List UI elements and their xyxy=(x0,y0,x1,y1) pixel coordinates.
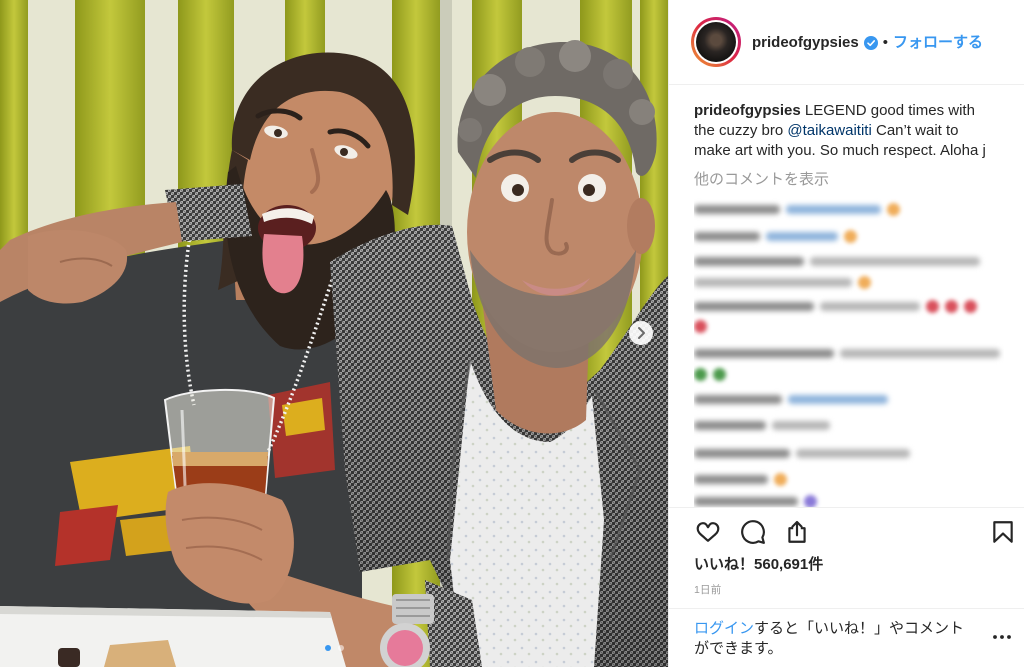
save-button[interactable] xyxy=(990,519,1016,545)
heart-icon xyxy=(696,522,720,543)
login-prompt: ログインすると「いいね！」やコメントができます。 xyxy=(694,619,972,659)
verified-badge-icon xyxy=(863,36,878,50)
blurred-comment xyxy=(694,472,787,486)
blurred-comment xyxy=(694,319,707,333)
login-prompt-section: ログインすると「いいね！」やコメントができます。 xyxy=(669,608,1024,667)
blurred-comment xyxy=(694,367,726,381)
table xyxy=(0,606,346,667)
post-photo-illustration xyxy=(0,0,668,667)
carousel-dot xyxy=(337,645,344,651)
blurred-comment xyxy=(694,494,817,507)
bookmark-icon xyxy=(993,521,1013,543)
comment-button[interactable] xyxy=(740,519,766,545)
blurred-comment xyxy=(694,446,910,460)
share-icon xyxy=(788,520,806,543)
blurred-comment xyxy=(694,346,1000,360)
post-timestamp[interactable]: 1日前 xyxy=(694,584,721,596)
caption: prideofgypsies LEGEND good times with th… xyxy=(694,101,994,161)
blurred-comment xyxy=(694,229,857,243)
login-link[interactable]: ログイン xyxy=(694,620,754,637)
instagram-post: prideofgypsies • フォローする prideofgypsies L… xyxy=(0,0,1024,667)
share-button[interactable] xyxy=(784,519,810,545)
comments-list-blurred xyxy=(694,197,1004,507)
carousel-dots xyxy=(0,645,668,651)
follow-button[interactable]: フォローする xyxy=(893,33,983,53)
likes-count[interactable]: いいね！560,691件 xyxy=(694,555,823,575)
blurred-comment xyxy=(694,418,830,432)
action-bar xyxy=(669,507,1024,553)
carousel-dot xyxy=(324,645,331,651)
mention-link[interactable]: @taikawaititi xyxy=(787,122,871,139)
avatar-ring-gap xyxy=(694,20,738,64)
caption-username-link[interactable]: prideofgypsies xyxy=(694,102,801,119)
blurred-comment xyxy=(694,202,900,216)
carousel-next-button[interactable] xyxy=(629,321,653,345)
blurred-comment xyxy=(694,299,977,313)
likes-number: 560,691件 xyxy=(754,556,824,573)
like-button[interactable] xyxy=(695,519,721,545)
chevron-right-icon xyxy=(629,321,653,345)
blurred-comment xyxy=(694,392,888,406)
blurred-comment xyxy=(694,275,871,289)
view-comments-link[interactable]: 他のコメントを表示 xyxy=(694,170,829,190)
avatar[interactable] xyxy=(691,17,741,67)
separator-dot: • xyxy=(882,34,888,51)
header-row: prideofgypsies • フォローする xyxy=(752,33,983,53)
more-options-button[interactable] xyxy=(990,625,1014,649)
post-photo[interactable] xyxy=(0,0,668,667)
blurred-comment xyxy=(694,254,980,268)
post-header: prideofgypsies • フォローする xyxy=(669,0,1024,85)
comment-icon xyxy=(741,520,765,544)
more-options-icon xyxy=(993,635,1011,639)
username-link[interactable]: prideofgypsies xyxy=(752,33,859,53)
likes-label: いいね！ xyxy=(694,556,755,573)
post-details-panel: prideofgypsies • フォローする prideofgypsies L… xyxy=(668,0,1024,667)
avatar-photo xyxy=(696,22,736,62)
